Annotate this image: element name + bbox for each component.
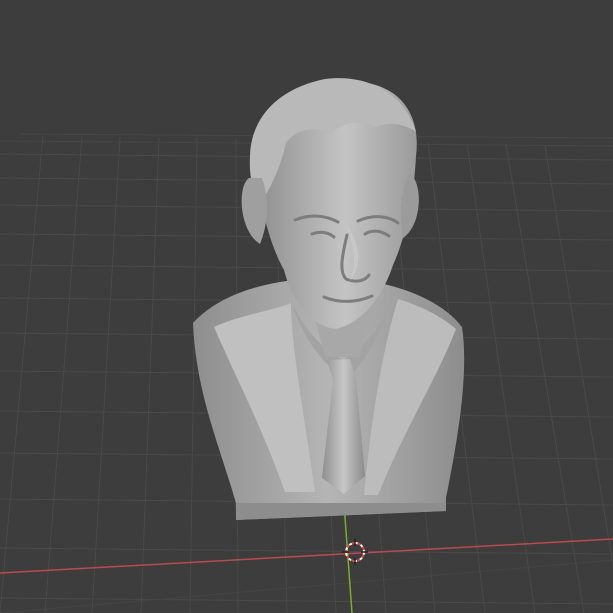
left-ear <box>241 178 268 244</box>
3d-viewport[interactable] <box>0 0 613 613</box>
viewport-canvas[interactable] <box>0 0 613 613</box>
3d-cursor-icon[interactable] <box>342 539 368 565</box>
